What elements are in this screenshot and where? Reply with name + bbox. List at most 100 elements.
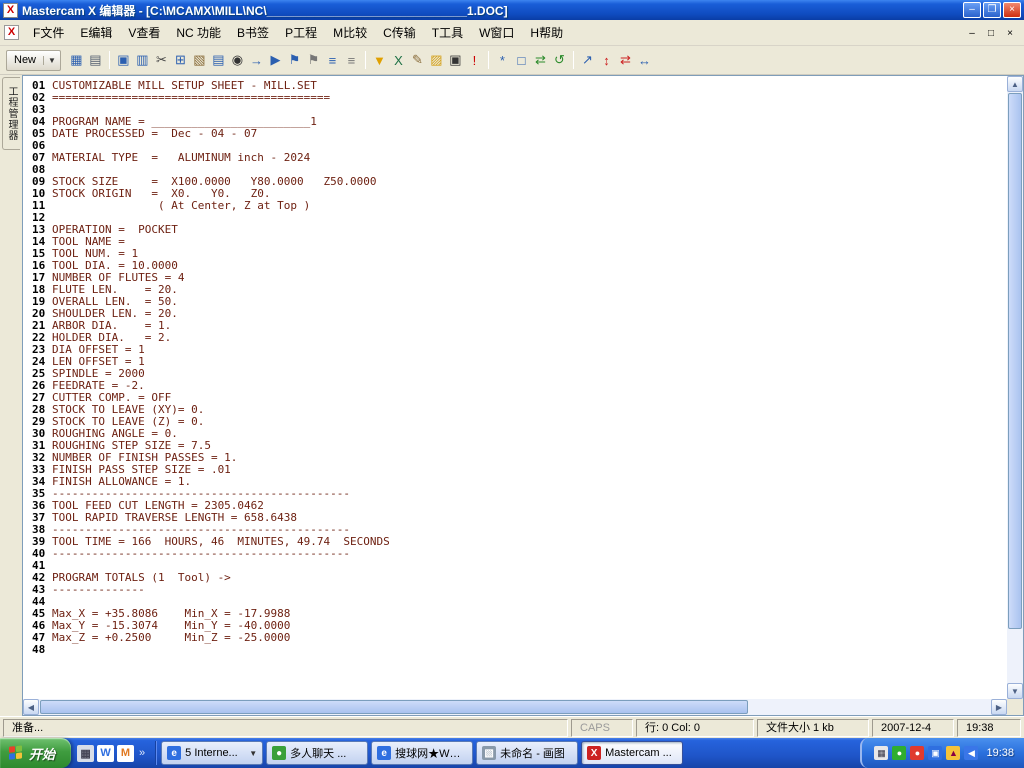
bookmark-icon[interactable]: ⚑ bbox=[285, 51, 304, 70]
editor-line: 24 LEN OFFSET = 1 bbox=[24, 356, 1006, 368]
chevron-down-icon[interactable]: ▼ bbox=[43, 55, 60, 65]
tray-ime-icon[interactable]: ▦ bbox=[874, 746, 889, 760]
window-title: Mastercam X 编辑器 - [C:\MCAMX\MILL\NC\____… bbox=[22, 3, 508, 18]
close-button[interactable]: × bbox=[1003, 2, 1021, 18]
taskbar-button-4[interactable]: X Mastercam ... bbox=[581, 741, 684, 765]
taskbar-button-label: Mastercam ... bbox=[605, 747, 672, 759]
copy-icon[interactable]: ⊞ bbox=[171, 51, 190, 70]
indent-icon[interactable]: ≡ bbox=[323, 51, 342, 70]
tray-update-icon[interactable]: ● bbox=[910, 746, 925, 760]
view-icon[interactable]: ▥ bbox=[133, 51, 152, 70]
taskbar-button-label: 多人聊天 ... bbox=[290, 748, 347, 760]
save-icon[interactable]: ▦ bbox=[67, 51, 86, 70]
editor-line: 21 ARBOR DIA. = 1. bbox=[24, 320, 1006, 332]
cut-icon[interactable]: ✂ bbox=[152, 51, 171, 70]
menu-item-7[interactable]: C传输 bbox=[375, 20, 424, 45]
menu-item-8[interactable]: T工具 bbox=[424, 20, 471, 45]
line-text: Max_Z = +0.2500 Min_Z = -25.0000 bbox=[52, 631, 291, 644]
vertical-scroll-thumb[interactable] bbox=[1008, 93, 1022, 629]
filter-icon[interactable]: ▼ bbox=[370, 51, 389, 70]
horizontal-scroll-thumb[interactable] bbox=[40, 700, 749, 714]
warning-icon[interactable]: ! bbox=[465, 51, 484, 70]
menu-item-0[interactable]: F文件 bbox=[25, 20, 72, 45]
code-editor[interactable]: 01 CUSTOMIZABLE MILL SETUP SHEET - MILL.S… bbox=[22, 75, 1024, 716]
open-icon[interactable]: ▣ bbox=[114, 51, 133, 70]
quicklaunch-media-icon[interactable]: M bbox=[117, 744, 135, 762]
horizontal-scrollbar[interactable]: ◀ ▶ bbox=[23, 699, 1007, 715]
vertical-scrollbar[interactable]: ▲ ▼ bbox=[1007, 76, 1023, 699]
folder-icon[interactable]: ▨ bbox=[427, 51, 446, 70]
menu-item-3[interactable]: NC 功能 bbox=[168, 20, 229, 45]
new-button[interactable]: New ▼ bbox=[6, 49, 61, 71]
menu-items: F文件 E编辑 V查看 NC 功能 B书签 P工程 M比较 C传输 T工具 W窗口 H帮助 bbox=[25, 20, 964, 45]
print-icon[interactable]: ▤ bbox=[86, 51, 105, 70]
taskbar-clock[interactable]: 19:38 bbox=[986, 747, 1014, 759]
taskbar-button-icon: e bbox=[167, 746, 182, 760]
status-ready: 准备... bbox=[3, 718, 568, 737]
nc-backplot-icon[interactable]: ↗ bbox=[578, 51, 597, 70]
nc-compare-icon[interactable]: ↕ bbox=[597, 51, 616, 70]
menu-item-2[interactable]: V查看 bbox=[120, 20, 168, 45]
menu-bar: X F文件 E编辑 V查看 NC 功能 B书签 P工程 M比较 C传输 T工具 W窗口 H帮助 – □… bbox=[0, 20, 1024, 46]
toolbar-separator bbox=[572, 51, 574, 69]
sync-icon[interactable]: ↺ bbox=[550, 51, 569, 70]
taskbar-button-3[interactable]: ▧ 未命名 - 画图 bbox=[476, 741, 579, 765]
taskbar-button-label: 5 Interne... bbox=[185, 747, 238, 759]
scroll-down-arrow[interactable]: ▼ bbox=[1007, 683, 1023, 699]
refresh-icon[interactable]: ⇄ bbox=[531, 51, 550, 70]
start-button[interactable]: 开始 bbox=[0, 738, 72, 768]
command-prompt-icon[interactable]: ▣ bbox=[446, 51, 465, 70]
tray-antivirus-icon[interactable]: ● bbox=[892, 746, 907, 760]
tray-network-icon[interactable]: ▣ bbox=[928, 746, 943, 760]
tray-security-icon[interactable]: ▲ bbox=[946, 746, 961, 760]
tray-volume-icon[interactable]: ◀ bbox=[964, 746, 979, 760]
print-preview-icon[interactable]: ▤ bbox=[209, 51, 228, 70]
menu-item-10[interactable]: H帮助 bbox=[522, 20, 571, 45]
edit-icon[interactable]: ✎ bbox=[408, 51, 427, 70]
status-date: 2007-12-4 bbox=[872, 718, 954, 737]
editor-line: 26 FEEDRATE = -2. bbox=[24, 380, 1006, 392]
taskbar-button-1[interactable]: ● 多人聊天 ... bbox=[266, 741, 369, 765]
scroll-left-arrow[interactable]: ◀ bbox=[23, 699, 39, 715]
menu-item-5[interactable]: P工程 bbox=[277, 20, 325, 45]
project-manager-tab[interactable]: 工程管理器 bbox=[2, 77, 20, 150]
scroll-up-arrow[interactable]: ▲ bbox=[1007, 76, 1023, 92]
toolbar-separator bbox=[364, 51, 366, 69]
title-bar: X Mastercam X 编辑器 - [C:\MCAMX\MILL\NC\__… bbox=[0, 0, 1024, 20]
maximize-button[interactable]: ❐ bbox=[983, 2, 1001, 18]
quicklaunch-word-icon[interactable]: W bbox=[97, 744, 115, 762]
status-time: 19:38 bbox=[957, 718, 1021, 737]
find-icon[interactable]: ◉ bbox=[228, 51, 247, 70]
menu-item-4[interactable]: B书签 bbox=[229, 20, 277, 45]
wand-icon[interactable]: * bbox=[493, 51, 512, 70]
nc-swap-icon[interactable]: ⇄ bbox=[616, 51, 635, 70]
line-text: DATE PROCESSED = Dec - 04 - 07 bbox=[52, 127, 258, 140]
mdi-close-button[interactable]: × bbox=[1002, 25, 1018, 40]
taskbar-button-icon: ▧ bbox=[482, 746, 497, 760]
excel-icon[interactable]: X bbox=[389, 51, 408, 70]
quicklaunch-chevron-icon[interactable]: » bbox=[137, 747, 147, 759]
editor-line: 13 OPERATION = POCKET bbox=[24, 224, 1006, 236]
window-icon[interactable]: □ bbox=[512, 51, 531, 70]
menu-item-1[interactable]: E编辑 bbox=[72, 20, 120, 45]
mdi-minimize-button[interactable]: – bbox=[964, 25, 980, 40]
quicklaunch-desktop-icon[interactable]: ▦ bbox=[77, 744, 95, 762]
scroll-right-arrow[interactable]: ▶ bbox=[991, 699, 1007, 715]
mdi-controls: – □ × bbox=[964, 25, 1018, 40]
nc-transfer-icon[interactable]: ↔ bbox=[635, 51, 654, 70]
next-bookmark-icon[interactable]: ⚑ bbox=[304, 51, 323, 70]
start-button-label: 开始 bbox=[29, 746, 56, 762]
menu-item-9[interactable]: W窗口 bbox=[471, 20, 522, 45]
paste-icon[interactable]: ▧ bbox=[190, 51, 209, 70]
menu-item-6[interactable]: M比较 bbox=[325, 20, 375, 45]
taskbar-button-2[interactable]: e 搜球网★WW... bbox=[371, 741, 474, 765]
mdi-restore-button[interactable]: □ bbox=[983, 25, 999, 40]
minimize-button[interactable]: – bbox=[963, 2, 981, 18]
find-next-icon[interactable]: ▶ bbox=[266, 51, 285, 70]
editor-line: 11 ( At Center, Z at Top ) bbox=[24, 200, 1006, 212]
goto-icon[interactable]: → bbox=[247, 51, 266, 70]
outdent-icon[interactable]: ≡ bbox=[342, 51, 361, 70]
left-panel-strip: 工程管理器 bbox=[0, 75, 22, 716]
taskbar: 开始 ▦ W M» e5 Interne... ▼ ● 多人聊天 ... e 搜球网★WW..… bbox=[0, 738, 1024, 768]
taskbar-button-0[interactable]: e5 Interne... ▼ bbox=[161, 741, 264, 765]
